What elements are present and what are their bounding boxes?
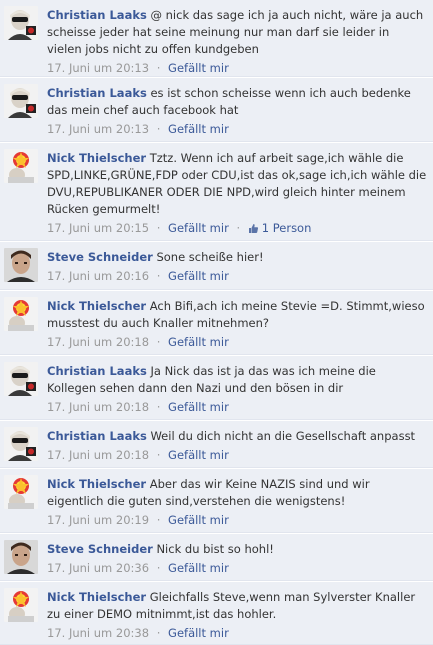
comment-body: Nick Thielscher Gleichfalls Steve,wenn m…: [47, 589, 427, 641]
comment-author-link[interactable]: Christian Laaks: [47, 364, 147, 378]
comment-author-link[interactable]: Nick Thielscher: [47, 590, 146, 604]
comment-meta: 17. Juni um 20:18 · Gefällt mir: [47, 399, 427, 415]
comment-meta: 17. Juni um 20:36 · Gefällt mir: [47, 560, 427, 576]
like-button[interactable]: Gefällt mir: [168, 269, 229, 283]
profile-picture-icon: [4, 149, 38, 183]
comment-meta: 17. Juni um 20:13 · Gefällt mir: [47, 121, 427, 137]
comment-text: Weil du dich nicht an die Gesellschaft a…: [150, 429, 416, 443]
comment-author-link[interactable]: Steve Schneider: [47, 250, 153, 264]
comment-item: Christian Laaks @ nick das sage ich ja a…: [0, 0, 433, 77]
comment-author-link[interactable]: Steve Schneider: [47, 542, 153, 556]
profile-picture-icon: [4, 588, 38, 622]
avatar[interactable]: [4, 362, 38, 396]
comment-author-link[interactable]: Christian Laaks: [47, 86, 147, 100]
avatar[interactable]: [4, 540, 38, 574]
comment-meta: 17. Juni um 20:15 · Gefällt mir · 1 Pers…: [47, 220, 427, 236]
comment-body: Steve Schneider Sone scheiße hier! 17. J…: [47, 249, 427, 284]
avatar[interactable]: [4, 427, 38, 461]
avatar[interactable]: [4, 297, 38, 331]
likes-count[interactable]: 1 Person: [248, 221, 311, 235]
comment-meta: 17. Juni um 20:13 · Gefällt mir: [47, 60, 427, 76]
comment-item: Nick Thielscher Gleichfalls Steve,wenn m…: [0, 582, 433, 645]
profile-picture-icon: [4, 6, 38, 40]
comment-text: Sone scheiße hier!: [156, 250, 264, 264]
comment-item: Steve Schneider Nick du bist so hohl! 17…: [0, 534, 433, 581]
comment-body: Christian Laaks Weil du dich nicht an di…: [47, 428, 427, 463]
comment-timestamp[interactable]: 17. Juni um 20:18: [47, 448, 149, 462]
like-button[interactable]: Gefällt mir: [168, 221, 229, 235]
meta-separator: ·: [236, 221, 241, 235]
meta-separator: ·: [156, 626, 161, 640]
profile-picture-icon: [4, 297, 38, 331]
comment-timestamp[interactable]: 17. Juni um 20:38: [47, 626, 149, 640]
thumbs-up-icon: [248, 224, 258, 233]
meta-separator: ·: [156, 561, 161, 575]
like-button[interactable]: Gefällt mir: [168, 513, 229, 527]
comment-item: Nick Thielscher Ach Bifi,ach ich meine S…: [0, 291, 433, 355]
like-button[interactable]: Gefällt mir: [168, 400, 229, 414]
comment-meta: 17. Juni um 20:18 · Gefällt mir: [47, 447, 427, 463]
meta-separator: ·: [156, 221, 161, 235]
profile-picture-icon: [4, 475, 38, 509]
like-button[interactable]: Gefällt mir: [168, 561, 229, 575]
meta-separator: ·: [156, 400, 161, 414]
like-button[interactable]: Gefällt mir: [168, 122, 229, 136]
comment-item: Steve Schneider Sone scheiße hier! 17. J…: [0, 242, 433, 290]
meta-separator: ·: [156, 335, 161, 349]
comment-body: Christian Laaks @ nick das sage ich ja a…: [47, 7, 427, 76]
comment-author-link[interactable]: Christian Laaks: [47, 8, 147, 22]
like-button[interactable]: Gefällt mir: [168, 448, 229, 462]
comment-body: Nick Thielscher Aber das wir Keine NAZIS…: [47, 476, 427, 528]
comment-text: Nick du bist so hohl!: [156, 542, 274, 556]
comment-timestamp[interactable]: 17. Juni um 20:16: [47, 269, 149, 283]
avatar[interactable]: [4, 6, 38, 40]
avatar[interactable]: [4, 84, 38, 118]
meta-separator: ·: [156, 269, 161, 283]
profile-picture-icon: [4, 540, 38, 574]
comment-timestamp[interactable]: 17. Juni um 20:19: [47, 513, 149, 527]
comment-body: Nick Thielscher Tztz. Wenn ich auf arbei…: [47, 150, 427, 236]
meta-separator: ·: [156, 61, 161, 75]
comment-timestamp[interactable]: 17. Juni um 20:13: [47, 61, 149, 75]
comment-author-link[interactable]: Nick Thielscher: [47, 477, 146, 491]
like-button[interactable]: Gefällt mir: [168, 626, 229, 640]
like-button[interactable]: Gefällt mir: [168, 335, 229, 349]
comment-body: Nick Thielscher Ach Bifi,ach ich meine S…: [47, 298, 427, 350]
comment-item: Christian Laaks es ist schon scheisse we…: [0, 78, 433, 142]
avatar[interactable]: [4, 588, 38, 622]
comment-timestamp[interactable]: 17. Juni um 20:18: [47, 335, 149, 349]
comment-author-link[interactable]: Christian Laaks: [47, 429, 147, 443]
meta-separator: ·: [156, 513, 161, 527]
profile-picture-icon: [4, 362, 38, 396]
profile-picture-icon: [4, 427, 38, 461]
like-button[interactable]: Gefällt mir: [168, 61, 229, 75]
comment-body: Steve Schneider Nick du bist so hohl! 17…: [47, 541, 427, 576]
avatar[interactable]: [4, 475, 38, 509]
avatar[interactable]: [4, 149, 38, 183]
comment-meta: 17. Juni um 20:38 · Gefällt mir: [47, 625, 427, 641]
comment-timestamp[interactable]: 17. Juni um 20:18: [47, 400, 149, 414]
comment-item: Christian Laaks Ja Nick das ist ja das w…: [0, 356, 433, 420]
comment-meta: 17. Juni um 20:18 · Gefällt mir: [47, 334, 427, 350]
comment-body: Christian Laaks es ist schon scheisse we…: [47, 85, 427, 137]
comment-meta: 17. Juni um 20:16 · Gefällt mir: [47, 268, 427, 284]
comment-timestamp[interactable]: 17. Juni um 20:36: [47, 561, 149, 575]
comment-author-link[interactable]: Nick Thielscher: [47, 299, 146, 313]
meta-separator: ·: [156, 448, 161, 462]
meta-separator: ·: [156, 122, 161, 136]
profile-picture-icon: [4, 84, 38, 118]
avatar[interactable]: [4, 248, 38, 282]
comment-meta: 17. Juni um 20:19 · Gefällt mir: [47, 512, 427, 528]
comment-body: Christian Laaks Ja Nick das ist ja das w…: [47, 363, 427, 415]
comment-timestamp[interactable]: 17. Juni um 20:15: [47, 221, 149, 235]
comment-author-link[interactable]: Nick Thielscher: [47, 151, 146, 165]
comment-item: Christian Laaks Weil du dich nicht an di…: [0, 421, 433, 468]
comment-item: Nick Thielscher Tztz. Wenn ich auf arbei…: [0, 143, 433, 241]
comment-timestamp[interactable]: 17. Juni um 20:13: [47, 122, 149, 136]
comment-item: Nick Thielscher Aber das wir Keine NAZIS…: [0, 469, 433, 533]
profile-picture-icon: [4, 248, 38, 282]
comment-feed: Christian Laaks @ nick das sage ich ja a…: [0, 0, 433, 645]
